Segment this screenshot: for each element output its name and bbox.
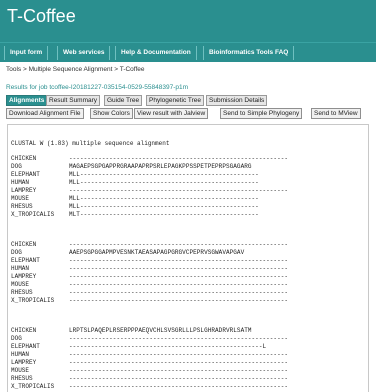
sequence-name: CHICKEN xyxy=(11,327,37,334)
sequence-name: MOUSE xyxy=(11,281,30,288)
sequence-residues: ----------------------------------------… xyxy=(69,375,289,382)
sequence-residues: ----------------------------------------… xyxy=(69,241,289,248)
sequence-name: DOG xyxy=(11,335,22,342)
sequence-residues: MLT-------------------------------------… xyxy=(69,211,259,218)
sequence-residues: ----------------------------------------… xyxy=(69,265,289,272)
sequence-name: LAMPREY xyxy=(11,359,37,366)
nav-help-documentation[interactable]: Help & Documentation xyxy=(115,46,197,60)
site-header: T-Coffee xyxy=(0,0,376,42)
view-jalview-button[interactable]: View result with Jalview xyxy=(134,108,209,119)
main-navigation: Input form Web services Help & Documenta… xyxy=(0,42,376,62)
sequence-name: ELEPHANT xyxy=(11,257,40,264)
tab-result-summary[interactable]: Result Summary xyxy=(46,95,101,106)
sequence-name: ELEPHANT xyxy=(11,343,40,350)
sequence-name: RHESUS xyxy=(11,203,33,210)
sequence-residues: ----------------------------------------… xyxy=(69,289,289,296)
sequence-residues: ----------------------------------------… xyxy=(69,383,289,390)
sequence-residues: MLL-------------------------------------… xyxy=(69,171,259,178)
sequence-name: X_TROPICALIS xyxy=(11,211,55,218)
send-simple-phylogeny-button[interactable]: Send to Simple Phylogeny xyxy=(220,108,303,119)
sequence-residues: ----------------------------------------… xyxy=(69,367,289,374)
sequence-residues: MLL-------------------------------------… xyxy=(69,195,259,202)
sequence-residues: ----------------------------------------… xyxy=(69,359,289,366)
alignment-panel[interactable]: CLUSTAL W (1.83) multiple sequence align… xyxy=(7,124,369,392)
sequence-name: X_TROPICALIS xyxy=(11,383,55,390)
breadcrumb: Tools > Multiple Sequence Alignment > T-… xyxy=(6,66,145,73)
sequence-residues: ----------------------------------------… xyxy=(69,273,289,280)
sequence-name: LAMPREY xyxy=(11,187,37,194)
sequence-residues: MLL-------------------------------------… xyxy=(69,203,259,210)
tab-phylogenetic-tree[interactable]: Phylogenetic Tree xyxy=(146,95,205,106)
sequence-name: ELEPHANT xyxy=(11,171,40,178)
sequence-residues: ----------------------------------------… xyxy=(69,343,267,350)
sequence-residues: LRPTSLPAQEPLRSERPPPAEQVCHLSVSGRLLLPSLGHR… xyxy=(69,327,252,334)
sequence-name: DOG xyxy=(11,249,22,256)
send-mview-button[interactable]: Send to MView xyxy=(311,108,361,119)
download-alignment-button[interactable]: Download Alignment File xyxy=(6,108,84,119)
sequence-name: MOUSE xyxy=(11,367,30,374)
sequence-name: CHICKEN xyxy=(11,155,37,162)
nav-bioinformatics-faq[interactable]: Bioinformatics Tools FAQ xyxy=(203,46,295,60)
sequence-name: CHICKEN xyxy=(11,241,37,248)
sequence-residues: ----------------------------------------… xyxy=(69,257,289,264)
sequence-name: HUMAN xyxy=(11,265,30,272)
sequence-name: HUMAN xyxy=(11,351,30,358)
sequence-residues: MAGAEPSGPGAPPRGRAAPAPRPSRLEPAGKPPSSPETPE… xyxy=(69,163,252,170)
sequence-name: HUMAN xyxy=(11,179,30,186)
nav-web-services[interactable]: Web services xyxy=(57,46,111,60)
sequence-residues: ----------------------------------------… xyxy=(69,281,289,288)
sequence-residues: AAEPSGPGGAPMPVESNKTAEASAPAGPGRGVCPEPRVSG… xyxy=(69,249,245,256)
sequence-name: RHESUS xyxy=(11,289,33,296)
sequence-name: DOG xyxy=(11,163,22,170)
tab-guide-tree[interactable]: Guide Tree xyxy=(104,95,143,106)
tab-alignments[interactable]: Alignments xyxy=(6,95,48,106)
tab-submission-details[interactable]: Submission Details xyxy=(206,95,268,106)
sequence-name: MOUSE xyxy=(11,195,30,202)
job-title: Results for job tcoffee-I20181227-035154… xyxy=(6,84,189,91)
alignment-header: CLUSTAL W (1.83) multiple sequence align… xyxy=(11,140,170,147)
show-colors-button[interactable]: Show Colors xyxy=(90,108,133,119)
nav-input-form[interactable]: Input form xyxy=(4,46,49,60)
sequence-residues: ----------------------------------------… xyxy=(69,155,289,162)
app-title[interactable]: T-Coffee xyxy=(7,6,76,27)
sequence-residues: ----------------------------------------… xyxy=(69,335,289,342)
sequence-residues: ----------------------------------------… xyxy=(69,351,289,358)
sequence-residues: MLL-------------------------------------… xyxy=(69,179,259,186)
sequence-residues: ----------------------------------------… xyxy=(69,187,289,194)
sequence-name: LAMPREY xyxy=(11,273,37,280)
sequence-residues: ----------------------------------------… xyxy=(69,297,289,304)
sequence-name: X_TROPICALIS xyxy=(11,297,55,304)
sequence-name: RHESUS xyxy=(11,375,33,382)
